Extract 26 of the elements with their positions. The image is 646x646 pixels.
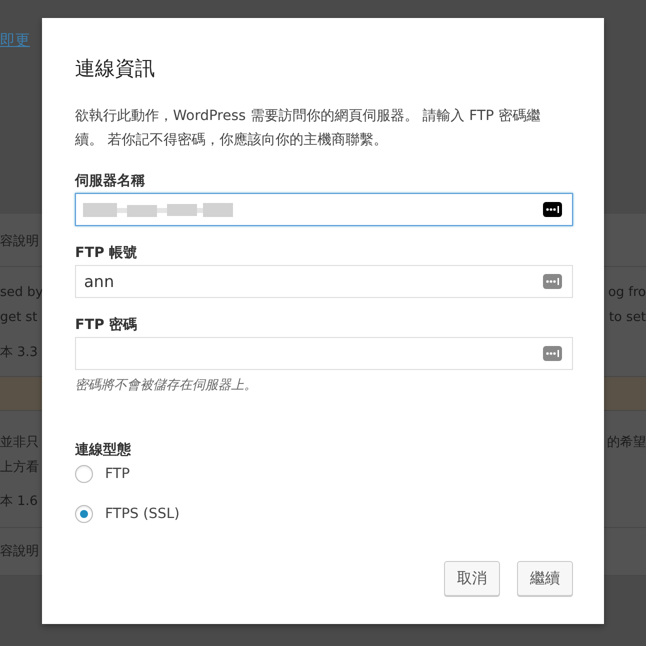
cancel-button[interactable]: 取消 (444, 561, 500, 596)
radio-button[interactable] (75, 465, 93, 483)
background-text: 本 3.3 (0, 344, 38, 360)
field-label: FTP 帳號 (75, 244, 138, 262)
radio-label[interactable]: FTPS (SSL) (105, 506, 180, 522)
background-text: sed by (0, 285, 44, 300)
input-field[interactable]: ann (75, 265, 573, 298)
field-label: FTP 密碼 (75, 316, 138, 334)
background-text: 本 1.6 (0, 492, 38, 510)
background-text: 的希望 (607, 434, 646, 450)
background-text: get st (0, 310, 38, 325)
background-text: 上方看 (0, 458, 39, 476)
field-label: 伺服器名稱 (75, 172, 146, 190)
password-manager-icon[interactable] (543, 202, 562, 217)
dialog-description: 欲執行此動作，WordPress 需要訪問你的網頁伺服器。 請輸入 FTP 密碼繼續。 若你記不得密碼，你應該向你的主機商聯繫。 (75, 107, 542, 150)
background-text: 容說明 (0, 232, 39, 250)
continue-button[interactable]: 繼續 (517, 561, 573, 596)
connection-type-label: 連線型態 (75, 441, 132, 459)
background-text: to set (608, 310, 646, 325)
field-hint: 密碼將不會被儲存在伺服器上。 (75, 377, 258, 394)
background-text: 容說明 (0, 542, 39, 560)
dialog-title: 連線資訊 (75, 55, 156, 82)
background-text: og fro (608, 285, 646, 300)
background-text: 並非只 (0, 434, 39, 450)
radio-button[interactable] (75, 505, 93, 523)
radio-label[interactable]: FTP (105, 466, 130, 482)
